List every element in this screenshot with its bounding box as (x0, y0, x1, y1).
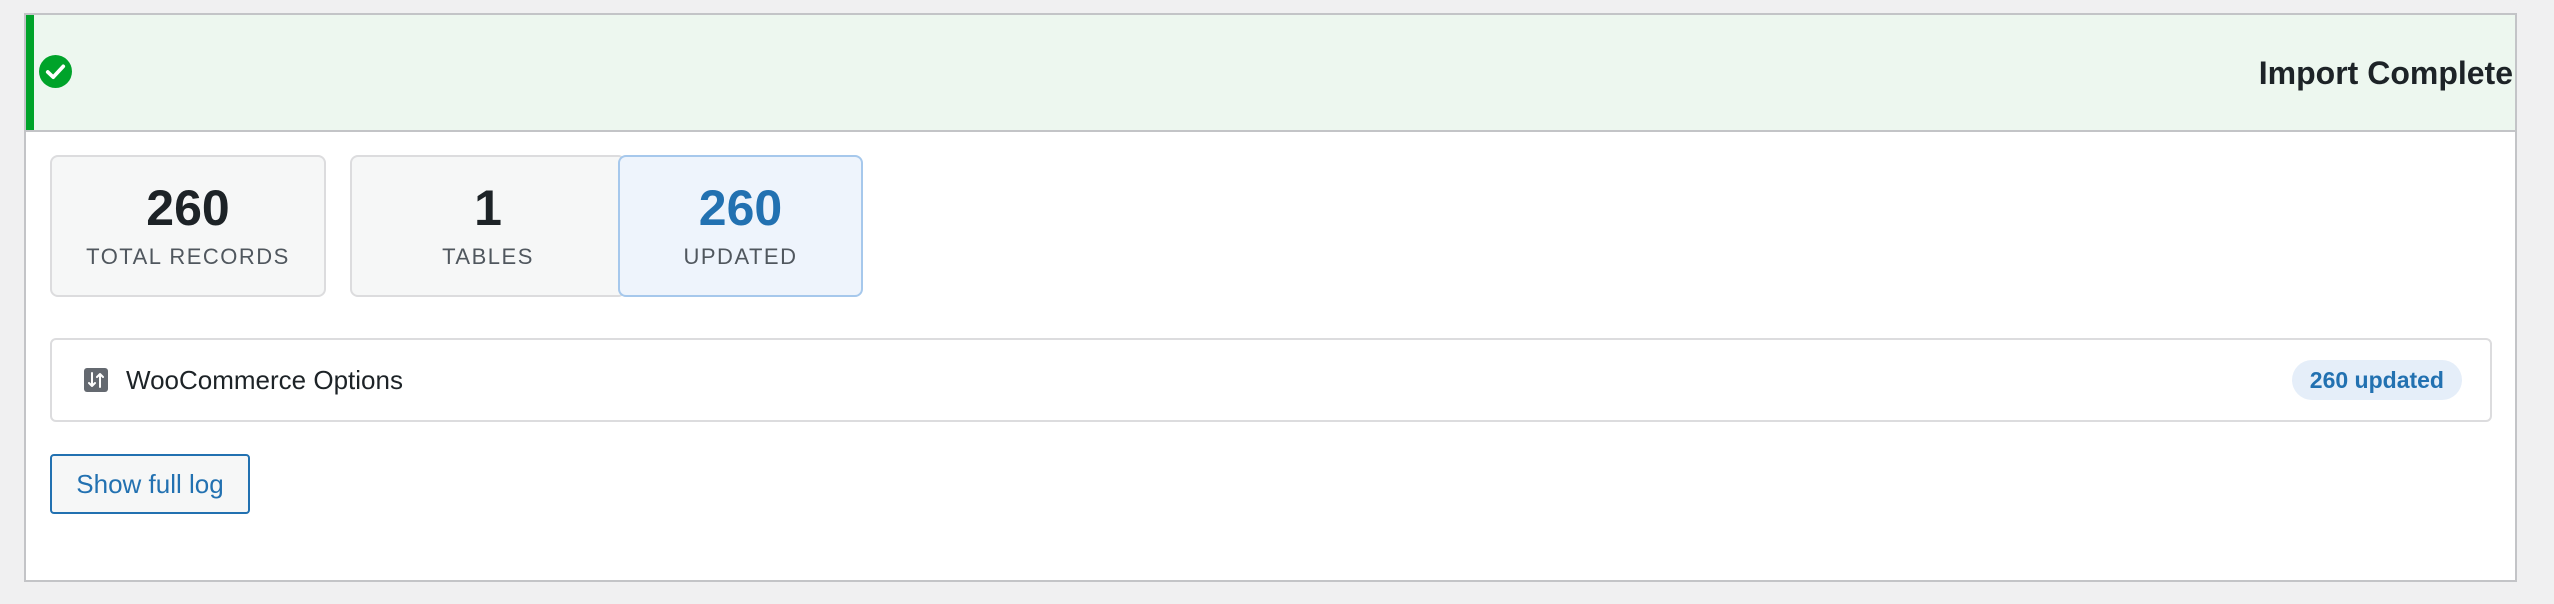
stat-value: 260 (698, 180, 783, 236)
stat-card-updated: 260 UPDATED (618, 155, 863, 297)
stat-card-tables: 1 TABLES (350, 155, 626, 297)
notice-title: Import Complete (2258, 55, 2513, 91)
stat-label: TOTAL RECORDS (86, 244, 290, 269)
table-row: WooCommerce Options 260 updated (50, 338, 2492, 422)
stat-label: UPDATED (683, 244, 798, 269)
import-results-panel: Import Complete 260 TOTAL RECORDS 1 TABL… (24, 13, 2517, 582)
stat-value: 1 (474, 180, 502, 236)
check-circle-icon (39, 55, 72, 88)
table-name: WooCommerce Options (126, 365, 403, 395)
stat-label: TABLES (442, 244, 534, 269)
status-badge: 260 updated (2291, 360, 2462, 400)
stat-card-total-records: 260 TOTAL RECORDS (50, 155, 326, 297)
import-export-icon (84, 368, 108, 392)
stat-value: 260 (146, 180, 230, 236)
notice-accent-bar (26, 15, 34, 130)
show-full-log-button[interactable]: Show full log (50, 454, 250, 514)
success-notice: Import Complete (26, 15, 2515, 132)
